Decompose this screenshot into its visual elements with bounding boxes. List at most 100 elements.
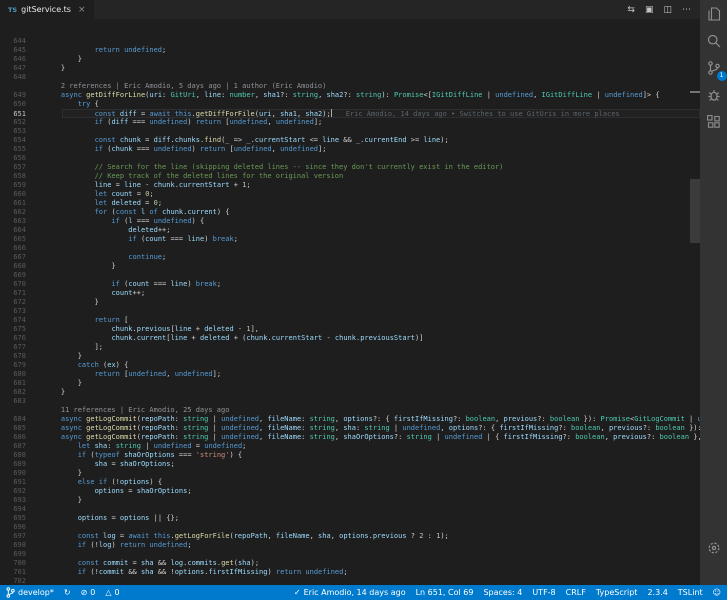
code-line[interactable]: 668 } — [0, 262, 700, 271]
line-number[interactable]: 667 — [0, 253, 44, 262]
line-number[interactable]: 670 — [0, 280, 44, 289]
debug-icon[interactable] — [705, 86, 723, 104]
code-line[interactable]: 663 if (l === undefined) { — [0, 217, 700, 226]
code-line[interactable]: 672 } — [0, 298, 700, 307]
code-line[interactable]: 671 count++; — [0, 289, 700, 298]
code-line[interactable]: 696 — [0, 523, 700, 532]
line-number[interactable]: 665 — [0, 235, 44, 244]
code-line[interactable]: 679 catch (ex) { — [0, 361, 700, 370]
code-line[interactable]: 697 const log = await this.getLogForFile… — [0, 532, 700, 541]
line-number[interactable]: 662 — [0, 208, 44, 217]
line-number[interactable]: 676 — [0, 334, 44, 343]
code-line[interactable]: 700 const commit = sha && log.commits.ge… — [0, 559, 700, 568]
line-number[interactable]: 664 — [0, 226, 44, 235]
code-line[interactable]: 680 return [undefined, undefined]; — [0, 370, 700, 379]
line-number[interactable]: 668 — [0, 262, 44, 271]
feedback-smiley-icon[interactable]: ☺ — [713, 588, 721, 597]
warning-count[interactable]: △ 0 — [105, 588, 119, 597]
code-line[interactable]: 689 sha = shaOrOptions; — [0, 460, 700, 469]
line-number[interactable]: 644 — [0, 37, 44, 46]
line-number[interactable]: 672 — [0, 298, 44, 307]
code-line[interactable]: 701 if (!commit && sha && !options.first… — [0, 568, 700, 577]
sync-indicator[interactable]: ↻ — [64, 588, 71, 597]
source-control-icon[interactable]: 1 — [705, 59, 727, 81]
code-line[interactable]: 675 chunk.previous[line + deleted - 1], — [0, 325, 700, 334]
close-tab-icon[interactable]: × — [78, 5, 86, 15]
line-number[interactable]: 694 — [0, 505, 44, 514]
code-line[interactable]: 687 let sha: string | undefined = undefi… — [0, 442, 700, 451]
encoding-status[interactable]: UTF-8 — [532, 588, 555, 597]
line-number[interactable]: 681 — [0, 379, 44, 388]
line-number[interactable]: 691 — [0, 478, 44, 487]
code-line[interactable]: 655 if (chunk === undefined) return [und… — [0, 145, 700, 154]
tslint-status[interactable]: TSLint — [678, 588, 703, 597]
line-number[interactable]: 647 — [0, 64, 44, 73]
split-editor-icon[interactable]: ◫ — [663, 5, 672, 15]
code-line[interactable]: 653 — [0, 127, 700, 136]
line-number[interactable]: 678 — [0, 352, 44, 361]
code-line[interactable]: 698 if (!log) return undefined; — [0, 541, 700, 550]
line-number[interactable]: 654 — [0, 136, 44, 145]
line-number[interactable]: 657 — [0, 163, 44, 172]
code-line[interactable]: 695 options = options || {}; — [0, 514, 700, 523]
line-number[interactable]: 700 — [0, 559, 44, 568]
code-line[interactable]: 692 options = shaOrOptions; — [0, 487, 700, 496]
code-line[interactable]: 667 continue; — [0, 253, 700, 262]
line-number[interactable]: 653 — [0, 127, 44, 136]
code-line[interactable]: 694 — [0, 505, 700, 514]
code-line[interactable]: 699 — [0, 550, 700, 559]
code-line[interactable]: 657 // Search for the line (skipping del… — [0, 163, 700, 172]
code-line[interactable]: 649 async getDiffForLine(uri: GitUri, li… — [0, 91, 700, 100]
code-line[interactable]: 686 async getLogCommit(repoPath: string … — [0, 433, 700, 442]
line-number[interactable]: 666 — [0, 244, 44, 253]
line-number[interactable]: 686 — [0, 433, 44, 442]
eol-status[interactable]: CRLF — [566, 588, 586, 597]
code-line[interactable]: 684 async getLogCommit(repoPath: string … — [0, 415, 700, 424]
line-number[interactable]: 656 — [0, 154, 44, 163]
line-number[interactable]: 663 — [0, 217, 44, 226]
line-number[interactable]: 660 — [0, 190, 44, 199]
code-line[interactable]: 659 line = line - chunk.currentStart + 1… — [0, 181, 700, 190]
line-number[interactable]: 671 — [0, 289, 44, 298]
code-line[interactable]: 690 } — [0, 469, 700, 478]
open-preview-icon[interactable]: ▣ — [645, 5, 654, 15]
line-number[interactable]: 692 — [0, 487, 44, 496]
line-number[interactable]: 669 — [0, 271, 44, 280]
line-number[interactable]: 683 — [0, 397, 44, 406]
code-line[interactable]: 656 — [0, 154, 700, 163]
line-number[interactable]: 650 — [0, 100, 44, 109]
tab-gitservice-ts[interactable]: TS gitService.ts × — [0, 0, 95, 19]
line-number[interactable]: 693 — [0, 496, 44, 505]
code-line[interactable]: 681 } — [0, 379, 700, 388]
extensions-icon[interactable] — [705, 113, 723, 131]
line-number[interactable]: 697 — [0, 532, 44, 541]
line-number[interactable]: 685 — [0, 424, 44, 433]
code-line[interactable]: 651 const diff = await this.getDiffForFi… — [0, 109, 700, 118]
line-number[interactable]: 695 — [0, 514, 44, 523]
line-number[interactable]: 699 — [0, 550, 44, 559]
code-line[interactable]: 674 return [ — [0, 316, 700, 325]
vertical-scrollbar[interactable] — [690, 179, 700, 243]
code-line[interactable]: 652 if (diff === undefined) return [unde… — [0, 118, 700, 127]
line-number[interactable]: 682 — [0, 388, 44, 397]
code-line[interactable]: 650 try { — [0, 100, 700, 109]
code-line[interactable]: 688 if (typeof shaOrOptions === 'string'… — [0, 451, 700, 460]
cursor-position-status[interactable]: Ln 651, Col 69 — [416, 588, 474, 597]
code-line[interactable]: 662 for (const l of chunk.current) { — [0, 208, 700, 217]
code-line[interactable]: 682 } — [0, 388, 700, 397]
code-line[interactable]: 648 — [0, 73, 700, 82]
line-number[interactable]: 673 — [0, 307, 44, 316]
code-line[interactable]: 666 — [0, 244, 700, 253]
indentation-status[interactable]: Spaces: 4 — [483, 588, 522, 597]
code-line[interactable]: 676 chunk.current[line + deleted + (chun… — [0, 334, 700, 343]
code-line[interactable]: 677 ]; — [0, 343, 700, 352]
code-line[interactable]: 691 else if (!options) { — [0, 478, 700, 487]
code-line[interactable]: 644 — [0, 37, 700, 46]
line-number[interactable]: 690 — [0, 469, 44, 478]
line-number[interactable]: 674 — [0, 316, 44, 325]
line-number[interactable]: 658 — [0, 172, 44, 181]
settings-gear-icon[interactable] — [705, 539, 723, 557]
line-number[interactable]: 675 — [0, 325, 44, 334]
explorer-icon[interactable] — [705, 5, 723, 23]
line-number[interactable]: 655 — [0, 145, 44, 154]
